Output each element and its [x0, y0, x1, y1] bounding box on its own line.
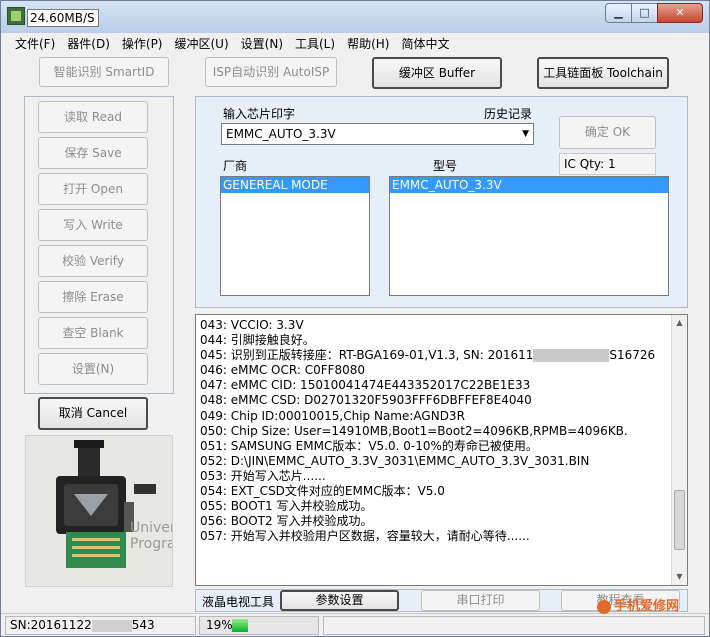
log-output[interactable]: 043: VCCIO: 3.3V 044: 引脚接触良好。 045: 识别到正版… [195, 314, 688, 586]
log-line: 057: 开始写入并校验用户区数据，容量较大，请耐心等待...... [200, 529, 530, 544]
log-line: 044: 引脚接触良好。 [200, 333, 315, 348]
log-line: 052: D:\JIN\EMMC_AUTO_3.3V_3031\EMMC_AUT… [200, 453, 590, 468]
watermark: 手机爱修网 [597, 595, 679, 614]
chip-combo[interactable]: EMMC_AUTO_3.3V ▼ [221, 123, 534, 145]
model-list-item[interactable]: EMMC_AUTO_3.3V [390, 177, 668, 193]
menu-device[interactable]: 器件(D) [61, 34, 116, 54]
redacted-block [91, 619, 132, 632]
log-line: 053: 开始写入芯片...... [200, 468, 326, 483]
app-window: 24.60MB/S ▁ □ ✕ 文件(F) 器件(D) 操作(P) 缓冲区(U)… [0, 0, 710, 637]
watermark-text: 手机爱修网 [614, 599, 680, 614]
socket-illustration [26, 436, 172, 586]
menu-buffer[interactable]: 缓冲区(U) [169, 34, 235, 54]
chip-input-label: 输入芯片印字 [223, 107, 296, 121]
dropdown-arrow-icon[interactable]: ▼ [522, 124, 529, 144]
menu-help[interactable]: 帮助(H) [341, 34, 395, 54]
blank-button[interactable]: 查空 Blank [38, 317, 148, 349]
menu-bar: 文件(F) 器件(D) 操作(P) 缓冲区(U) 设置(N) 工具(L) 帮助(… [1, 34, 709, 54]
read-button[interactable]: 读取 Read [38, 101, 148, 133]
photo-text-univer: Univer [130, 520, 173, 536]
lcd-tool-label: 液晶电视工具 [202, 595, 275, 609]
verify-button[interactable]: 校验 Verify [38, 245, 148, 277]
vendor-label: 厂商 [223, 159, 248, 173]
cancel-button[interactable]: 取消 Cancel [38, 397, 148, 430]
buffer-button[interactable]: 缓冲区 Buffer [372, 57, 502, 89]
log-scrollbar[interactable]: ▲ ▼ [671, 315, 687, 585]
socket-photo: Univer Progran [25, 435, 173, 587]
log-line: 043: VCCIO: 3.3V [200, 318, 304, 332]
menu-settings[interactable]: 设置(N) [235, 34, 289, 54]
log-line-tail: S16726 [609, 348, 656, 363]
progress-bar: 19% [199, 616, 319, 635]
chip-combo-value: EMMC_AUTO_3.3V [226, 127, 336, 141]
model-label: 型号 [433, 159, 458, 173]
sn-prefix: SN:20161122 [10, 618, 92, 632]
log-line: 046: eMMC OCR: C0FF8080 [200, 363, 366, 378]
log-line: 049: Chip ID:00010015,Chip Name:AGND3R [200, 408, 465, 423]
log-line-text: 045: 识别到正版转接座：RT-BGA169-01,V1.3, SN: 201… [200, 348, 534, 363]
model-list[interactable]: EMMC_AUTO_3.3V [389, 176, 669, 296]
menu-tools[interactable]: 工具(L) [289, 34, 341, 54]
vendor-list-item[interactable]: GENEREAL MODE [221, 177, 369, 193]
photo-text-program: Progran [130, 536, 172, 552]
redacted-block [533, 349, 610, 363]
params-button[interactable]: 参数设置 [280, 590, 399, 611]
autoisp-button[interactable]: ISP自动识别 AutoISP [205, 57, 337, 87]
close-icon[interactable]: ✕ [657, 3, 703, 23]
log-line: 051: SAMSUNG EMMC版本：V5.0. 0-10%的寿命已被使用。 [200, 438, 538, 453]
settings-button[interactable]: 设置(N) [38, 353, 148, 385]
menu-operation[interactable]: 操作(P) [116, 34, 169, 54]
log-line: 056: BOOT2 写入并校验成功。 [200, 514, 373, 529]
vendor-list[interactable]: GENEREAL MODE [220, 176, 370, 296]
log-line: 047: eMMC CID: 15010041474E443352017C22B… [200, 378, 531, 393]
save-button[interactable]: 保存 Save [38, 137, 148, 169]
scroll-thumb[interactable] [674, 490, 685, 550]
title-bar: 24.60MB/S ▁ □ ✕ [1, 1, 709, 33]
menu-language[interactable]: 简体中文 [395, 34, 455, 54]
toolchain-button[interactable]: 工具链面板 Toolchain [537, 57, 669, 89]
scroll-down-icon[interactable]: ▼ [672, 569, 687, 585]
minimize-icon[interactable]: ▁ [605, 3, 631, 23]
write-button[interactable]: 写入 Write [38, 209, 148, 241]
serial-number: SN:20161122 543 [5, 616, 196, 635]
history-label: 历史记录 [484, 107, 533, 121]
log-line: 045: 识别到正版转接座：RT-BGA169-01,V1.3, SN: 201… [200, 348, 672, 363]
status-panel [323, 616, 705, 635]
log-line: 048: eMMC CSD: D02701320F5903FFF6DBFFEF8… [200, 393, 532, 408]
serial-print-button[interactable]: 串口打印 [421, 590, 540, 611]
app-icon [7, 7, 25, 25]
log-line: 054: EXT_CSD文件对应的EMMC版本：V5.0 [200, 484, 445, 499]
progress-fill [232, 619, 248, 632]
status-bar: SN:20161122 543 19% [1, 613, 709, 636]
progress-percent: 19% [206, 618, 233, 632]
open-button[interactable]: 打开 Open [38, 173, 148, 205]
watermark-logo-icon [597, 599, 611, 614]
maximize-icon[interactable]: □ [631, 3, 657, 23]
sn-suffix: 543 [131, 618, 155, 632]
scroll-up-icon[interactable]: ▲ [672, 315, 687, 331]
speed-readout: 24.60MB/S [27, 9, 99, 27]
log-line: 050: Chip Size: User=14910MB,Boot1=Boot2… [200, 423, 628, 438]
log-line: 055: BOOT1 写入并校验成功。 [200, 499, 373, 514]
smartid-button[interactable]: 智能识别 SmartID [39, 57, 169, 87]
ic-qty: IC Qty: 1 [559, 153, 656, 175]
menu-file[interactable]: 文件(F) [9, 34, 61, 54]
erase-button[interactable]: 擦除 Erase [38, 281, 148, 313]
ok-button[interactable]: 确定 OK [559, 116, 656, 149]
